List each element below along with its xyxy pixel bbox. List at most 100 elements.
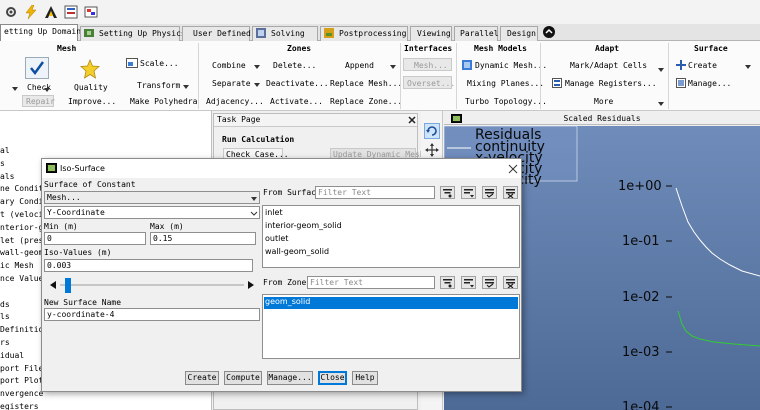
select-all-icon[interactable] [482,186,497,199]
lightning-icon[interactable] [24,4,38,20]
tab-viewing[interactable]: Viewing [410,26,452,41]
tab-solving[interactable]: Solving [252,26,318,41]
slider-right-arrow-icon[interactable] [247,281,254,289]
collapse-ribbon-icon[interactable] [543,26,555,38]
tab-design[interactable]: Design [500,26,538,41]
tree-item[interactable]: rs [0,338,10,347]
adjacency-button[interactable]: Adjacency... [206,97,264,106]
chevron-down-icon[interactable] [658,102,664,106]
quality-button[interactable]: Quality [74,83,108,92]
chevron-down-icon[interactable] [390,65,396,69]
surface-manage-button[interactable]: Manage... [688,79,731,88]
from-surface-filter[interactable]: Filter Text [315,186,435,199]
from-zones-filter[interactable]: Filter Text [307,276,435,289]
make-polyhedra-button[interactable]: Make Polyhedra [130,97,197,106]
close-button[interactable]: Close [318,371,347,385]
chevron-down-icon[interactable] [12,87,18,91]
chevron-down-icon[interactable] [251,197,257,201]
iso-slider-track[interactable] [60,284,244,286]
tree-item[interactable]: egisters [0,402,39,410]
select-filter-icon[interactable] [461,276,476,289]
divider [456,43,457,109]
activate-button[interactable]: Activate... [270,97,323,106]
dynamic-mesh-button[interactable]: Dynamic Mesh... [475,61,547,70]
transform-button[interactable]: Transform [137,81,180,90]
new-surface-name-field[interactable]: y-coordinate-4 [44,308,260,321]
tree-item[interactable]: ary Condi [0,197,43,206]
separate-button[interactable]: Separate [212,79,251,88]
chevron-down-icon[interactable] [658,68,664,72]
iso-values-field[interactable]: 0.003 [44,259,253,272]
star-icon[interactable] [80,58,100,79]
filter-icon[interactable] [440,276,455,289]
tab-user-defined[interactable]: User Defined [182,26,251,41]
replace-mesh-button[interactable]: Replace Mesh... [330,79,402,88]
list-item[interactable]: geom_solid [264,297,518,309]
pan-icon[interactable] [425,143,439,157]
compute-button[interactable]: Compute [224,371,262,385]
tab-postprocessing[interactable]: Postprocessing [320,26,408,41]
manage-registers-button[interactable]: Manage Registers... [565,79,657,88]
category-dropdown[interactable]: Mesh... [44,191,260,204]
chevron-down-icon[interactable] [745,65,751,69]
select-filter-icon[interactable] [461,186,476,199]
deselect-all-icon[interactable] [503,276,518,289]
tab-setting-up-domain[interactable]: etting Up Domain [0,24,81,41]
chevron-down-icon[interactable] [250,210,258,216]
tree-item[interactable]: ic Mesh [0,261,34,270]
deselect-all-icon[interactable] [503,186,518,199]
improve-button[interactable]: Improve... [68,97,116,106]
overset-button[interactable]: Overset... [403,76,455,89]
tree-item[interactable]: s [0,159,5,168]
max-field[interactable]: 0.15 [150,232,256,245]
list-item[interactable]: outlet [265,234,288,243]
slider-left-arrow-icon[interactable] [50,281,57,289]
delete-button[interactable]: Delete... [273,61,316,70]
tab-parallel[interactable]: Parallel [454,26,499,41]
repair-button[interactable]: Repair [22,95,55,107]
mark-adapt-cells-button[interactable]: Mark/Adapt Cells [570,61,647,70]
close-icon[interactable] [408,115,417,125]
select-all-icon[interactable] [482,276,497,289]
iso-slider-thumb[interactable] [65,278,71,293]
create-button[interactable]: Create [185,371,219,385]
ansys-logo-icon[interactable] [44,5,58,19]
dialog-titlebar[interactable]: Iso-Surface [42,159,521,178]
settings-icon[interactable] [4,5,18,19]
tree-item[interactable]: ds [0,300,10,309]
append-button[interactable]: Append [345,61,374,70]
scale-button[interactable]: Scale... [140,59,179,68]
min-field[interactable]: 0 [44,232,146,245]
case-file-icon[interactable] [64,5,78,19]
close-icon[interactable] [508,164,518,174]
turbo-topology-button[interactable]: Turbo Topology... [465,97,547,106]
interfaces-mesh-button[interactable]: Mesh... [403,58,452,71]
chevron-down-icon[interactable] [254,83,260,87]
combine-button[interactable]: Combine [212,61,246,70]
more-button[interactable]: More [594,97,613,106]
tree-item[interactable]: ls [0,312,10,321]
variable-dropdown[interactable]: Y-Coordinate [44,206,260,219]
surface-create-button[interactable]: Create [688,61,717,70]
help-button[interactable]: Help [352,371,378,385]
mixing-planes-button[interactable]: Mixing Planes... [467,79,544,88]
list-item[interactable]: inlet [265,208,283,217]
tree-item[interactable]: nvergence [0,389,43,398]
surface-manage-icon [676,78,686,88]
chevron-down-icon[interactable] [183,85,189,89]
tree-item[interactable]: als [0,172,14,181]
image-icon[interactable] [84,5,98,19]
tree-item[interactable]: idual [0,351,24,360]
deactivate-button[interactable]: Deactivate... [266,79,329,88]
replace-zone-button[interactable]: Replace Zone... [330,97,402,106]
tab-setting-up-physics[interactable]: Setting Up Physics [80,26,186,41]
chevron-down-icon[interactable] [254,65,260,69]
list-item[interactable]: wall-geom_solid [265,247,329,256]
rotate-icon[interactable] [424,123,440,139]
filter-icon[interactable] [440,186,455,199]
tree-item[interactable]: al [0,146,10,155]
list-item[interactable]: interior-geom_solid [265,221,342,230]
check-mesh-icon[interactable] [25,57,49,79]
chevron-down-icon[interactable] [44,88,50,92]
manage-button[interactable]: Manage... [267,371,313,385]
